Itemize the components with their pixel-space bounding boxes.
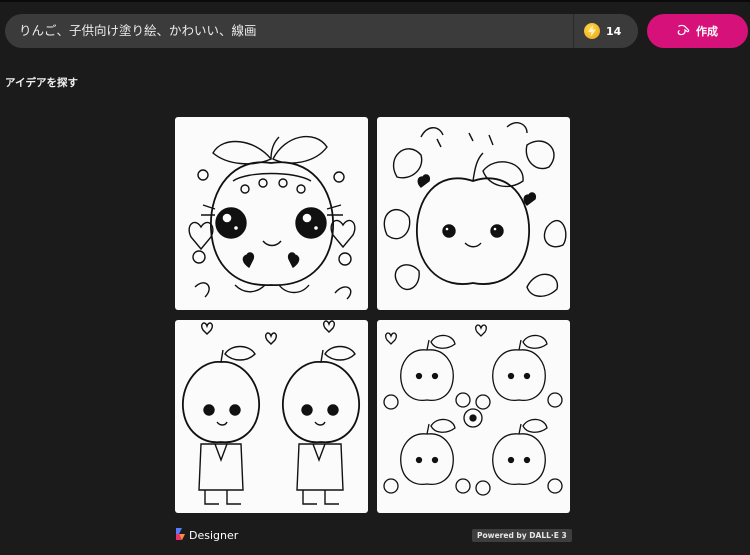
prompt-search-bar[interactable]: 14: [5, 14, 638, 48]
apple-with-leaves-coloring-page: [383, 122, 567, 297]
cute-apple-with-flowers-coloring-page: [188, 135, 356, 300]
generated-image-3[interactable]: [175, 320, 368, 513]
explore-ideas-heading: アイデアを探す: [5, 77, 78, 89]
generated-image-1[interactable]: [175, 117, 368, 310]
generated-image-2[interactable]: [377, 117, 570, 310]
powered-by-dalle-badge: Powered by DALL·E 3: [472, 529, 572, 542]
window-top-edge: [0, 0, 750, 2]
four-apples-with-flowers-coloring-page: [383, 324, 563, 496]
prompt-input[interactable]: [19, 14, 559, 48]
boost-coin-icon: [584, 23, 600, 39]
create-button-label: 作成: [696, 26, 718, 38]
designer-logo-icon: [176, 528, 186, 543]
generated-image-4[interactable]: [377, 320, 570, 513]
boost-count: 14: [606, 24, 622, 38]
designer-brand[interactable]: Designer: [176, 528, 238, 543]
two-apple-kids-coloring-page: [182, 320, 360, 505]
boost-counter[interactable]: 14: [584, 22, 621, 40]
create-button[interactable]: 作成: [647, 14, 748, 48]
designer-brand-label: Designer: [189, 529, 239, 542]
paintbrush-icon: [677, 24, 690, 39]
search-divider: [573, 14, 574, 48]
